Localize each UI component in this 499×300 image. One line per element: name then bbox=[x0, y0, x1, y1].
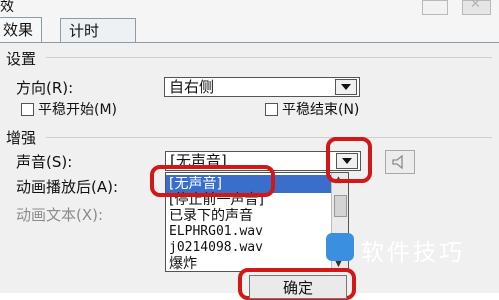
ok-button[interactable]: 确定 bbox=[249, 275, 347, 299]
smooth-start-label: 平稳开始(M) bbox=[38, 102, 118, 118]
watermark-text: 软件技巧 bbox=[361, 240, 465, 266]
direction-select[interactable]: 自右侧 bbox=[164, 77, 360, 97]
close-icon: ✕ bbox=[470, 0, 481, 12]
annotation-oval-dropdown bbox=[326, 137, 372, 183]
settings-divider bbox=[46, 57, 492, 58]
watermark-logo-icon bbox=[326, 233, 354, 261]
help-button[interactable] bbox=[422, 0, 448, 15]
section-enhance: 增强 bbox=[6, 129, 37, 147]
enhance-divider bbox=[46, 137, 492, 138]
window-title: 效 bbox=[0, 0, 14, 15]
sound-settings-button[interactable] bbox=[385, 150, 415, 174]
direction-value: 自右侧 bbox=[169, 78, 215, 96]
animation-text-label: 动画文本(X): bbox=[16, 206, 104, 224]
smooth-end-label: 平稳结束(N) bbox=[282, 102, 360, 118]
tab-timing[interactable]: 计时 bbox=[60, 18, 136, 43]
scroll-thumb[interactable] bbox=[334, 195, 347, 217]
speaker-icon bbox=[392, 154, 403, 170]
smooth-end-checkbox[interactable] bbox=[265, 103, 278, 116]
direction-dropdown-button[interactable] bbox=[335, 79, 357, 95]
direction-label: 方向(R): bbox=[16, 79, 74, 97]
tab-effect[interactable]: 效果 bbox=[0, 17, 43, 44]
section-settings: 设置 bbox=[6, 50, 37, 68]
after-animation-label: 动画播放后(A): bbox=[16, 178, 119, 196]
smooth-start-checkbox[interactable] bbox=[21, 103, 34, 116]
chevron-down-icon bbox=[341, 84, 351, 90]
annotation-oval-option bbox=[150, 165, 275, 197]
sound-label: 声音(S): bbox=[16, 153, 73, 171]
